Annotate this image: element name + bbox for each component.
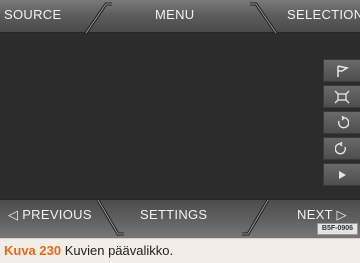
flag-button[interactable] [323, 59, 360, 82]
play-button[interactable] [323, 163, 360, 186]
infotainment-screen: SOURCE MENU SELECTION ◁ PREVIOUS SETTING… [0, 0, 360, 238]
settings-button[interactable]: SETTINGS [140, 207, 207, 223]
flag-icon [337, 64, 349, 77]
selection-button[interactable]: SELECTION [287, 7, 360, 23]
fit-to-screen-button[interactable] [323, 85, 360, 108]
menu-button[interactable]: MENU [155, 7, 194, 23]
rotate-right-icon [335, 141, 346, 154]
side-button-column [323, 59, 360, 189]
figure-code-badge: B5F-0906 [317, 223, 358, 235]
source-button[interactable]: SOURCE [4, 7, 61, 23]
figure-number: Kuva 230 [4, 243, 62, 258]
rotate-left-button[interactable] [323, 111, 360, 134]
next-button[interactable]: NEXT ▷ [297, 207, 347, 223]
caption-text: Kuvien päävalikko. [64, 243, 174, 258]
figure-caption: Kuva 230 Kuvien päävalikko. [0, 238, 360, 263]
rotate-left-icon [338, 115, 349, 128]
fit-to-screen-icon [334, 90, 350, 103]
rotate-right-button[interactable] [323, 137, 360, 160]
play-icon [339, 170, 346, 179]
previous-button[interactable]: ◁ PREVIOUS [8, 207, 92, 223]
